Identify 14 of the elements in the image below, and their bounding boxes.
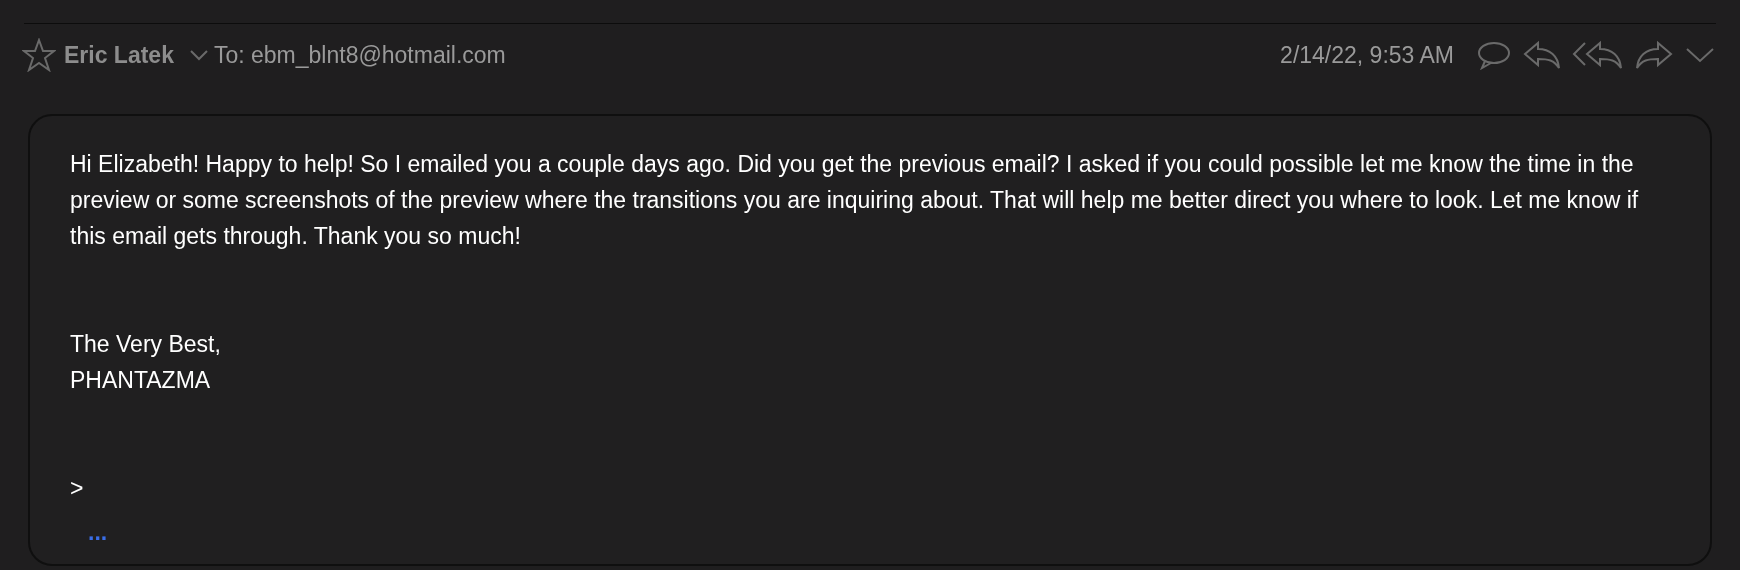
message-paragraph: The Very Best, PHANTAZMA <box>70 330 222 395</box>
chevron-down-icon[interactable] <box>187 48 210 62</box>
sender-name[interactable]: Eric Latek <box>64 37 174 73</box>
reply-icon[interactable] <box>1522 40 1562 70</box>
forward-icon[interactable] <box>1634 40 1674 70</box>
reply-all-icon[interactable] <box>1572 40 1624 70</box>
speech-bubble-icon[interactable] <box>1476 40 1512 70</box>
date-time: 2/14/22, 9:53 AM <box>1280 40 1454 70</box>
message-paragraph: Hi Elizabeth! Happy to help! So I emailed you a couple days ago. Did you get the previous email? I asked if you could possible let me know the time in the preview or some screenshots of the preview where the transitions you are inquiring about. That will help me better direct you where to look. Let me know if this email gets through. Thank you so much! <box>70 150 1640 251</box>
recipient-address: To: ebm_blnt8@hotmail.com <box>213 40 506 70</box>
show-more-link[interactable]: ... <box>88 523 108 541</box>
chevron-down-icon[interactable] <box>1684 45 1716 65</box>
message-paragraph: > <box>70 474 85 503</box>
star-icon[interactable] <box>22 38 56 72</box>
